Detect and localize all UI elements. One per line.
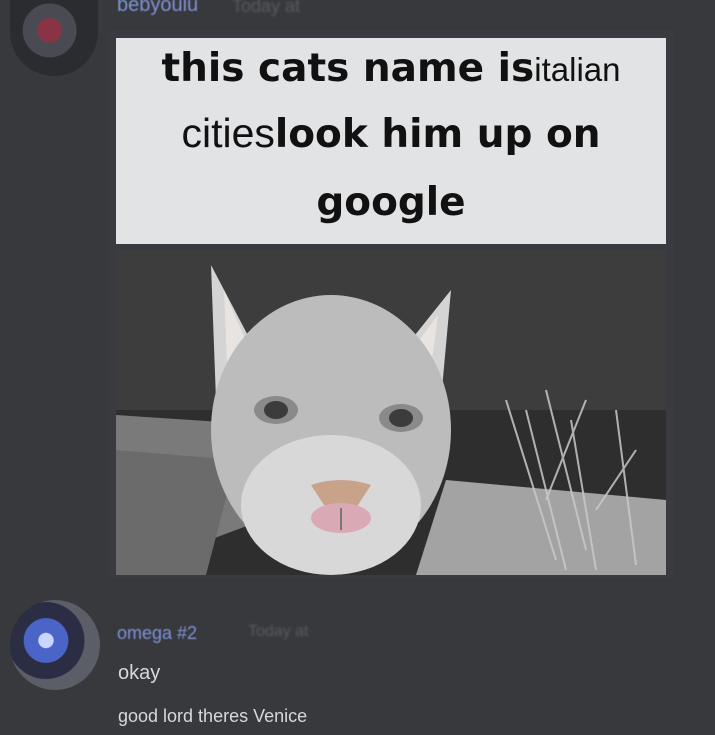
meme-image-attachment[interactable]: this cats name isitalian citieslook him … [108, 30, 674, 578]
user-avatar[interactable] [10, 0, 98, 76]
caption-bold-text: look him up on [274, 112, 601, 157]
timestamp: Today at [232, 0, 301, 16]
username[interactable]: omega #2 [117, 623, 197, 644]
caption-line: google [116, 180, 666, 225]
meme-caption: this cats name isitalian citieslook him … [116, 38, 666, 244]
caption-bold-text: this cats name is [161, 46, 535, 91]
message-text: good lord theres Venice [118, 706, 308, 726]
user-avatar[interactable] [10, 600, 100, 690]
cougar-photo [116, 250, 666, 575]
message-text: okay [118, 662, 161, 684]
cougar-illustration [116, 250, 666, 575]
chat-view: bebyoulu Today at this cats name isitali… [0, 0, 715, 735]
caption-line: citieslook him up on [116, 110, 666, 157]
username[interactable]: bebyoulu [117, 0, 198, 17]
timestamp: Today at [248, 623, 309, 640]
caption-regular-text: italian [534, 51, 621, 88]
caption-regular-text: cities [181, 110, 275, 156]
caption-line: this cats name isitalian [116, 46, 666, 91]
caption-bold-text: google [316, 180, 466, 225]
